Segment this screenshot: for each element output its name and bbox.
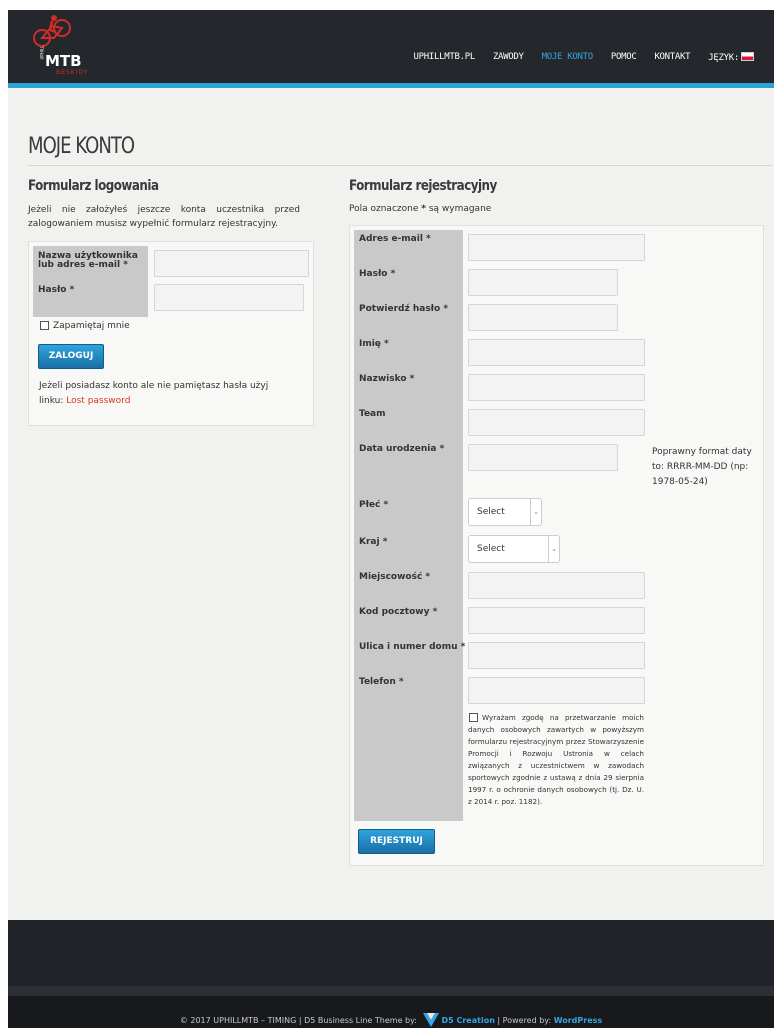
required-note-suffix: są wymagane bbox=[425, 204, 492, 214]
consent-body: Wyrażam zgodę na przetwarzanie moich dan… bbox=[468, 713, 644, 806]
copyright-text: © 2017 UPHILLMTB – TIMING | D5 Business … bbox=[179, 1016, 420, 1025]
login-button[interactable]: ZALOGUJ bbox=[38, 344, 104, 369]
d5-creation-logo-icon bbox=[422, 1013, 439, 1027]
chevron-down-icon: ⌄ bbox=[548, 536, 559, 562]
lost-password-link[interactable]: Lost password bbox=[66, 396, 130, 406]
cyclist-logo-icon bbox=[33, 15, 71, 47]
city-input[interactable] bbox=[468, 572, 645, 599]
main-nav: UPHILLMTB.PL ZAWODY MOJE KONTO POMOC KON… bbox=[396, 52, 754, 63]
register-form: Adres e-mail * Hasło * Potwierdź hasło *… bbox=[349, 225, 764, 866]
logo-beskidy-text: BESKIDY bbox=[56, 69, 89, 76]
logo-uphill-text: UPHILL bbox=[39, 45, 45, 60]
country-select[interactable]: Select ⌄ bbox=[468, 535, 560, 563]
team-label: Team bbox=[359, 409, 386, 419]
logo-mtb-text: MTB bbox=[45, 52, 82, 70]
phone-label: Telefon * bbox=[359, 677, 404, 687]
reg-password-input[interactable] bbox=[468, 269, 618, 296]
password-confirm-label: Potwierdź hasło * bbox=[359, 304, 449, 314]
username-input[interactable] bbox=[154, 250, 309, 277]
footer-credits: © 2017 UPHILLMTB – TIMING | D5 Business … bbox=[8, 996, 774, 1028]
country-label: Kraj * bbox=[359, 537, 388, 547]
password-confirm-input[interactable] bbox=[468, 304, 618, 331]
first-name-input[interactable] bbox=[468, 339, 645, 366]
footer-credits-text: © 2017 UPHILLMTB – TIMING | D5 Business … bbox=[8, 1013, 774, 1027]
last-name-input[interactable] bbox=[468, 374, 645, 401]
main-content: MOJE KONTO Formularz logowania Jeżeli ni… bbox=[8, 88, 774, 920]
poland-flag-icon bbox=[741, 52, 754, 61]
country-select-value: Select bbox=[477, 544, 505, 554]
password-input[interactable] bbox=[154, 284, 304, 311]
gender-select-value: Select bbox=[477, 507, 505, 517]
footer-divider bbox=[8, 986, 774, 996]
login-heading: Formularz logowania bbox=[28, 178, 159, 194]
site-logo[interactable]: UPHILL MTB BESKIDY bbox=[28, 14, 92, 76]
remember-me-label: Zapamiętaj mnie bbox=[53, 321, 130, 331]
nav-item-zawody[interactable]: ZAWODY bbox=[493, 52, 524, 63]
register-button[interactable]: REJESTRUJ bbox=[358, 829, 435, 854]
date-format-hint: Poprawny format daty to: RRRR-MM-DD (np:… bbox=[652, 447, 752, 487]
email-label: Adres e-mail * bbox=[359, 234, 431, 244]
footer-widgets bbox=[8, 920, 774, 986]
username-label: Nazwa użytkownika lub adres e-mail * bbox=[38, 251, 138, 270]
phone-input[interactable] bbox=[468, 677, 645, 704]
nav-item-moje-konto[interactable]: MOJE KONTO bbox=[542, 52, 593, 63]
login-intro-text: Jeżeli nie założyłeś jeszcze konta uczes… bbox=[28, 205, 300, 229]
gender-label: Płeć * bbox=[359, 500, 389, 510]
street-input[interactable] bbox=[468, 642, 645, 669]
first-name-label: Imię * bbox=[359, 339, 389, 349]
d5-creation-link[interactable]: D5 Creation bbox=[442, 1016, 495, 1025]
site-header: UPHILL MTB BESKIDY UPHILLMTB.PL ZAWODY M… bbox=[8, 10, 774, 83]
birth-date-label: Data urodzenia * bbox=[359, 444, 445, 454]
language-label: JĘZYK: bbox=[708, 53, 739, 63]
reg-password-label: Hasło * bbox=[359, 269, 396, 279]
nav-item-uphillmtb[interactable]: UPHILLMTB.PL bbox=[414, 52, 476, 63]
forgot-password-text: Jeżeli posiadasz konto ale nie pamiętasz… bbox=[39, 379, 289, 409]
birth-date-input[interactable] bbox=[468, 444, 618, 471]
powered-by-text: | Powered by: bbox=[494, 1016, 554, 1025]
nav-item-language[interactable]: JĘZYK: bbox=[708, 52, 754, 63]
page-title: MOJE KONTO bbox=[28, 134, 135, 159]
nav-item-kontakt[interactable]: KONTAKT bbox=[654, 52, 690, 63]
wordpress-link[interactable]: WordPress bbox=[554, 1016, 602, 1025]
postal-code-label: Kod pocztowy * bbox=[359, 607, 438, 617]
nav-item-pomoc[interactable]: POMOC bbox=[611, 52, 637, 63]
consent-checkbox[interactable] bbox=[469, 713, 478, 722]
postal-code-input[interactable] bbox=[468, 607, 645, 634]
city-label: Miejscowość * bbox=[359, 572, 431, 582]
title-divider bbox=[28, 165, 772, 166]
required-fields-note: Pola oznaczone * są wymagane bbox=[349, 204, 491, 214]
street-label: Ulica i numer domu * bbox=[359, 642, 466, 652]
last-name-label: Nazwisko * bbox=[359, 374, 415, 384]
consent-text: Wyrażam zgodę na przetwarzanie moich dan… bbox=[468, 712, 644, 808]
login-label-column: Nazwa użytkownika lub adres e-mail * Has… bbox=[33, 246, 148, 317]
email-input[interactable] bbox=[468, 234, 645, 261]
register-heading: Formularz rejestracyjny bbox=[349, 178, 497, 194]
remember-me-checkbox[interactable] bbox=[40, 321, 49, 330]
team-input[interactable] bbox=[468, 409, 645, 436]
password-label: Hasło * bbox=[38, 285, 75, 295]
required-note-prefix: Pola oznaczone bbox=[349, 204, 422, 214]
chevron-down-icon: ⌄ bbox=[530, 499, 541, 525]
register-label-column: Adres e-mail * Hasło * Potwierdź hasło *… bbox=[354, 230, 466, 821]
login-form: Nazwa użytkownika lub adres e-mail * Has… bbox=[28, 241, 314, 426]
gender-select[interactable]: Select ⌄ bbox=[468, 498, 542, 526]
